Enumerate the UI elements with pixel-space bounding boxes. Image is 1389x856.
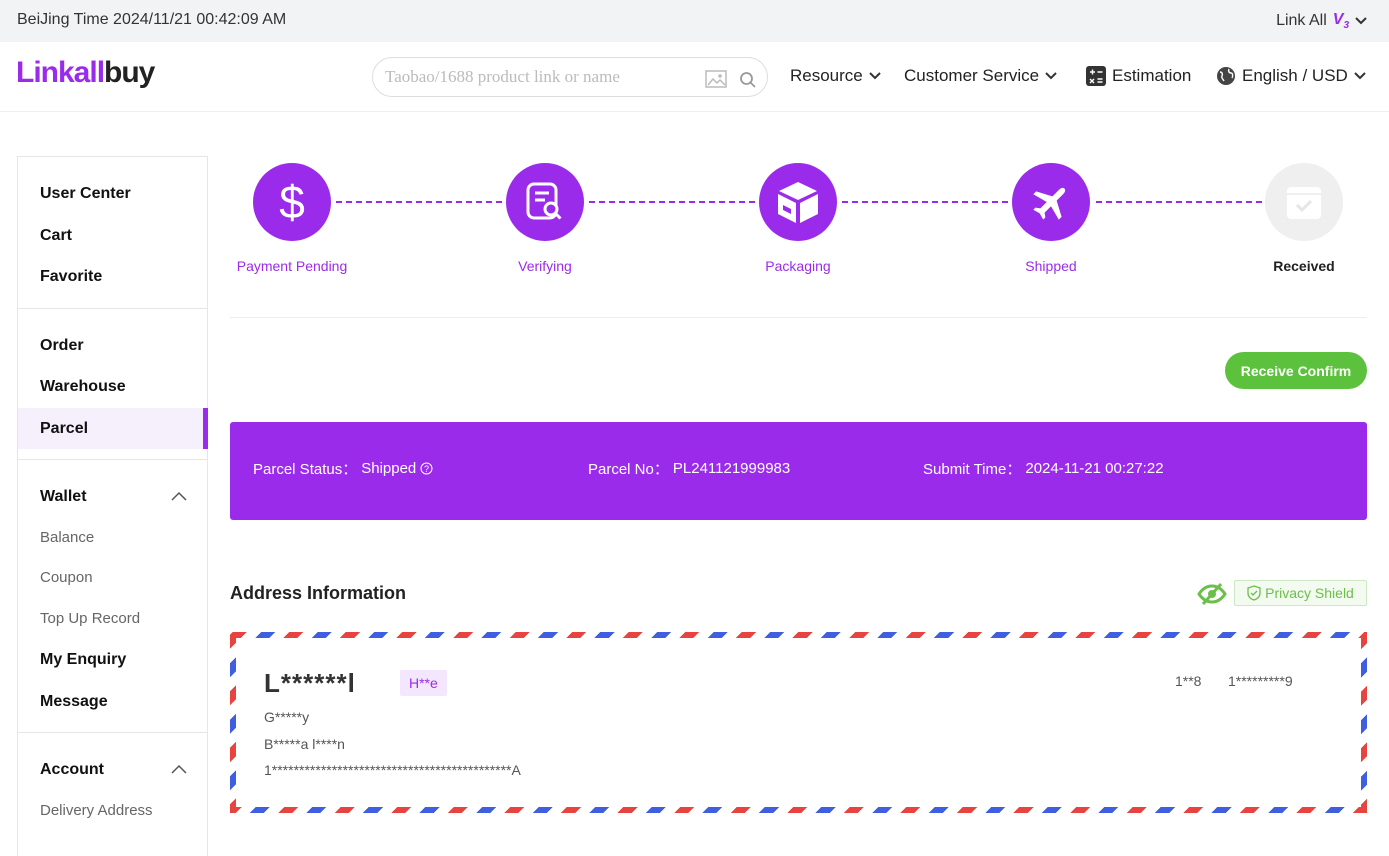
sidebar-item-account[interactable]: Account bbox=[18, 749, 207, 791]
sidebar-item-balance[interactable]: Balance bbox=[18, 518, 207, 559]
airplane-icon bbox=[1012, 163, 1090, 241]
shield-check-icon bbox=[1247, 585, 1261, 601]
parcel-submit-time: Submit Time： 2024-11-21 00:27:22 bbox=[923, 458, 1164, 479]
chevron-down-icon bbox=[1354, 72, 1366, 80]
section-divider bbox=[230, 317, 1367, 318]
linkallbuy-logo[interactable]: Linkallbuy bbox=[16, 56, 155, 90]
svg-text:$: $ bbox=[279, 178, 305, 226]
nav-language[interactable]: English / USD bbox=[1216, 66, 1366, 86]
step-verifying: Verifying bbox=[485, 163, 605, 274]
recipient-name: L******l bbox=[264, 668, 356, 698]
sidebar-item-favorite[interactable]: Favorite bbox=[18, 256, 207, 298]
step-connector bbox=[1096, 201, 1262, 203]
sidebar-item-warehouse[interactable]: Warehouse bbox=[18, 366, 207, 408]
sidebar-item-my-enquiry[interactable]: My Enquiry bbox=[18, 639, 207, 681]
step-connector bbox=[589, 201, 755, 203]
wallet-label: Wallet bbox=[40, 488, 87, 505]
sidebar-item-cart[interactable]: Cart bbox=[18, 215, 207, 257]
submit-time-value: 2024-11-21 00:27:22 bbox=[1025, 460, 1164, 477]
parcel-status-bar: Parcel Status： Shipped ? Parcel No： PL24… bbox=[230, 422, 1367, 520]
user-sidebar: User Center Cart Favorite Order Warehous… bbox=[17, 156, 208, 856]
step-shipped: Shipped bbox=[991, 163, 1111, 274]
account-label: Account bbox=[40, 761, 104, 778]
sidebar-group-orders: Order Warehouse Parcel bbox=[18, 309, 208, 460]
svg-text:?: ? bbox=[424, 464, 429, 474]
sidebar-item-coupon[interactable]: Coupon bbox=[18, 558, 207, 599]
address-line: B*****a l****n bbox=[264, 736, 345, 752]
nav-estimation-label: Estimation bbox=[1112, 66, 1192, 85]
search-icon[interactable] bbox=[739, 71, 757, 89]
link-all-menu[interactable]: Link All V3 bbox=[1276, 11, 1367, 31]
nav-customer-service-label: Customer Service bbox=[904, 66, 1040, 85]
parcel-number: Parcel No： PL241121999983 bbox=[588, 458, 790, 479]
step-connector bbox=[336, 201, 502, 203]
sidebar-item-user-center[interactable]: User Center bbox=[18, 173, 207, 215]
nav-customer-service[interactable]: Customer Service bbox=[904, 66, 1057, 86]
sidebar-item-top-up-record[interactable]: Top Up Record bbox=[18, 599, 207, 640]
sidebar-item-delivery-address[interactable]: Delivery Address bbox=[18, 791, 207, 832]
step-label: Payment Pending bbox=[236, 258, 348, 274]
step-payment-pending: $ Payment Pending bbox=[232, 163, 352, 274]
main-header: Linkallbuy Resource Customer Service Est… bbox=[0, 42, 1389, 112]
sidebar-item-wallet[interactable]: Wallet bbox=[18, 476, 207, 518]
phone-code: 1**8 bbox=[1175, 673, 1202, 689]
calculator-icon bbox=[1086, 66, 1106, 86]
step-label: Received bbox=[1273, 258, 1335, 274]
privacy-shield-toggle[interactable]: Privacy Shield bbox=[1234, 580, 1367, 606]
address-section-title: Address Information bbox=[230, 583, 407, 603]
eye-hidden-icon[interactable] bbox=[1197, 582, 1227, 606]
privacy-shield-label: Privacy Shield bbox=[1265, 585, 1354, 601]
step-connector bbox=[842, 201, 1008, 203]
chevron-down-icon bbox=[869, 72, 881, 80]
address-card: L******l H**e 1**8 1*********9 G*****y B… bbox=[230, 632, 1367, 813]
chevron-down-icon bbox=[1045, 72, 1057, 80]
sidebar-group-wallet: Wallet Balance Coupon Top Up Record My E… bbox=[18, 460, 207, 733]
step-packaging: Packaging bbox=[738, 163, 858, 274]
globe-icon bbox=[1217, 67, 1235, 85]
received-box-icon bbox=[1265, 163, 1343, 241]
receive-confirm-button[interactable]: Receive Confirm bbox=[1225, 352, 1367, 389]
chevron-down-icon bbox=[1355, 17, 1367, 25]
sidebar-group-account: Account Delivery Address bbox=[18, 733, 207, 841]
sidebar-item-order[interactable]: Order bbox=[18, 325, 207, 367]
sidebar-item-message[interactable]: Message bbox=[18, 681, 207, 723]
chevron-up-icon bbox=[171, 491, 187, 501]
submit-time-label: Submit Time： bbox=[923, 461, 1022, 478]
v3-badge: V3 bbox=[1332, 11, 1349, 32]
dollar-icon: $ bbox=[253, 163, 331, 241]
parcel-no-label: Parcel No： bbox=[588, 461, 669, 478]
help-icon[interactable]: ? bbox=[420, 462, 433, 475]
parcel-no-value: PL241121999983 bbox=[672, 460, 791, 477]
sidebar-group-user: User Center Cart Favorite bbox=[18, 157, 207, 309]
step-label: Shipped bbox=[1025, 258, 1077, 274]
parcel-status-value: Shipped bbox=[361, 460, 417, 477]
parcel-status: Parcel Status： Shipped ? bbox=[253, 458, 433, 479]
box-icon bbox=[759, 163, 837, 241]
nav-resource[interactable]: Resource bbox=[790, 66, 881, 86]
step-label: Packaging bbox=[765, 258, 831, 274]
address-line: 1***************************************… bbox=[264, 762, 521, 778]
sidebar-item-parcel[interactable]: Parcel bbox=[18, 407, 208, 449]
search-box bbox=[372, 57, 768, 97]
document-search-icon bbox=[506, 163, 584, 241]
nav-estimation[interactable]: Estimation bbox=[1086, 66, 1191, 86]
address-card-body: L******l H**e 1**8 1*********9 G*****y B… bbox=[236, 638, 1361, 807]
parcel-status-label: Parcel Status： bbox=[253, 461, 358, 478]
top-strip: BeiJing Time 2024/11/21 00:42:09 AM Link… bbox=[0, 0, 1389, 42]
nav-language-label: English / USD bbox=[1242, 66, 1348, 85]
image-search-icon[interactable] bbox=[705, 70, 727, 88]
address-tag: H**e bbox=[400, 670, 447, 696]
address-line: G*****y bbox=[264, 709, 310, 725]
nav-resource-label: Resource bbox=[790, 66, 863, 85]
step-label: Verifying bbox=[518, 258, 572, 274]
search-input[interactable] bbox=[385, 67, 685, 87]
step-received: Received bbox=[1244, 163, 1364, 274]
link-all-label: Link All bbox=[1276, 12, 1327, 30]
beijing-time: BeiJing Time 2024/11/21 00:42:09 AM bbox=[17, 11, 287, 28]
phone-number: 1*********9 bbox=[1228, 673, 1293, 689]
chevron-up-icon bbox=[171, 764, 187, 774]
